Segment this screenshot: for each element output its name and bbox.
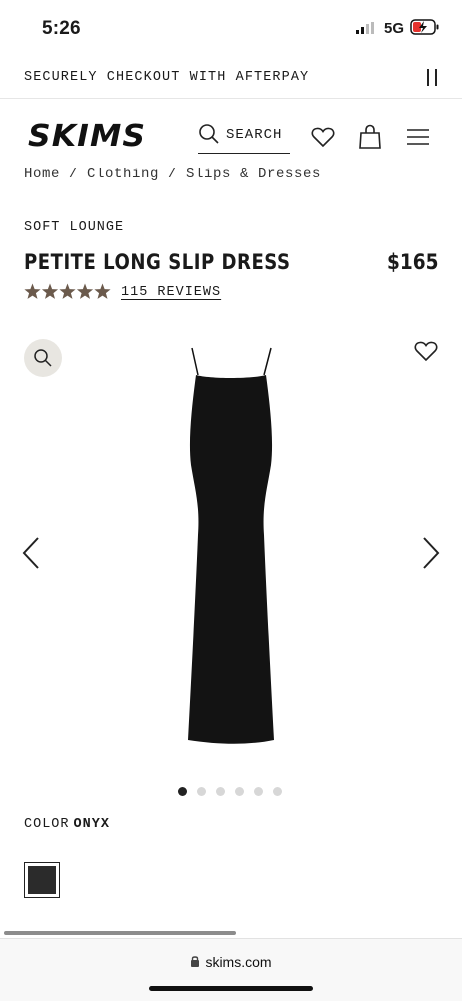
star-icon [24, 283, 41, 299]
url-display[interactable]: skims.com [0, 954, 462, 970]
carousel-dot[interactable] [273, 787, 282, 796]
battery-icon [410, 19, 439, 35]
zoom-button[interactable] [24, 339, 62, 377]
bag-icon[interactable] [358, 124, 382, 150]
color-label: COLOR ONYX [24, 817, 110, 832]
carousel-dot[interactable] [178, 787, 187, 796]
search-button[interactable]: SEARCH [198, 121, 290, 154]
browser-address-bar[interactable]: skims.com [0, 938, 462, 1001]
carousel-dot[interactable] [235, 787, 244, 796]
product-price: $165 [386, 250, 438, 274]
search-icon [199, 124, 219, 144]
wishlist-heart-icon[interactable] [414, 340, 438, 362]
logo-text: SKIMS [28, 119, 146, 152]
swatch-fill [28, 866, 56, 894]
color-label-text: COLOR [24, 817, 70, 832]
signal-icon [356, 22, 374, 34]
menu-icon[interactable] [406, 128, 430, 146]
carousel-dot[interactable] [216, 787, 225, 796]
url-text: skims.com [205, 954, 272, 970]
chevron-right-icon[interactable] [420, 536, 442, 570]
skims-logo[interactable]: SKIMS [28, 118, 148, 152]
clock: 5:26 [42, 18, 81, 39]
promo-banner: SECURELY CHECKOUT WITH AFTERPAY [0, 58, 462, 99]
carousel-dot[interactable] [254, 787, 263, 796]
star-icon [76, 283, 94, 299]
home-indicator [149, 986, 313, 991]
zoom-icon [34, 349, 52, 367]
network-label: 5G [384, 20, 405, 37]
search-label: SEARCH [226, 127, 283, 143]
product-image[interactable] [170, 345, 292, 747]
lock-icon [191, 956, 200, 967]
heart-icon[interactable] [311, 126, 335, 148]
breadcrumb[interactable]: Home / Clothing / Slips & Dresses [24, 166, 321, 182]
color-swatch-onyx[interactable] [24, 862, 60, 898]
chevron-left-icon[interactable] [20, 536, 42, 570]
carousel-dot[interactable] [197, 787, 206, 796]
product-title: PETITE LONG SLIP DRESS [24, 250, 291, 274]
collection-label[interactable]: SOFT LOUNGE [24, 220, 124, 235]
star-icon [41, 283, 59, 299]
star-icon [59, 283, 76, 299]
color-value: ONYX [73, 817, 110, 832]
rating-stars[interactable] [24, 283, 112, 301]
horizontal-scrollbar[interactable] [4, 931, 236, 935]
promo-text: SECURELY CHECKOUT WITH AFTERPAY [24, 70, 310, 85]
reviews-link[interactable]: 115 REVIEWS [121, 285, 221, 300]
pause-icon[interactable] [425, 68, 439, 88]
star-icon [94, 283, 111, 299]
status-bar: 5:26 5G [0, 0, 462, 58]
